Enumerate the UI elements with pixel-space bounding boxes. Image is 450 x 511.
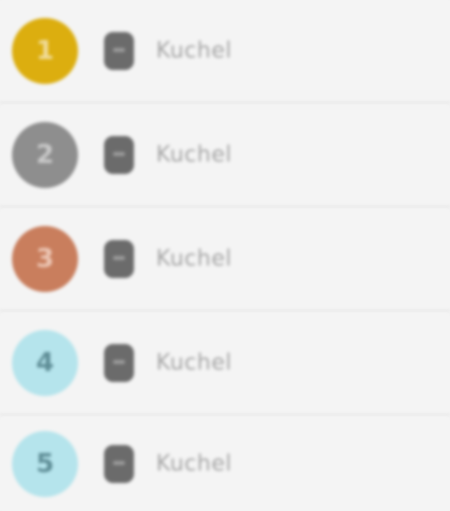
rank-badge: 1 [12,18,78,84]
gem-icon [104,444,134,483]
leaderboard-row[interactable]: 1 Kuchel [0,0,450,104]
gem-icon [104,240,134,278]
leaderboard-row[interactable]: 3 Kuchel [0,208,450,312]
player-name: Kuchel [156,451,232,476]
player-name: Kuchel [156,350,232,376]
player-name: Kuchel [156,142,232,168]
rank-badge: 4 [12,330,78,396]
leaderboard-list: 1 Kuchel 2 Kuchel 3 Kuchel 4 Kuchel 5 Ku… [0,0,450,511]
rank-badge: 3 [12,226,78,292]
player-name: Kuchel [156,38,232,64]
player-name: Kuchel [156,246,232,272]
leaderboard-row[interactable]: 4 Kuchel [0,312,450,416]
leaderboard-row[interactable]: 2 Kuchel [0,104,450,208]
gem-icon [104,32,134,70]
gem-icon [104,344,134,382]
rank-badge: 2 [12,122,78,188]
gem-icon [104,136,134,174]
rank-badge: 5 [12,430,78,497]
leaderboard-row[interactable]: 5 Kuchel [0,416,450,511]
